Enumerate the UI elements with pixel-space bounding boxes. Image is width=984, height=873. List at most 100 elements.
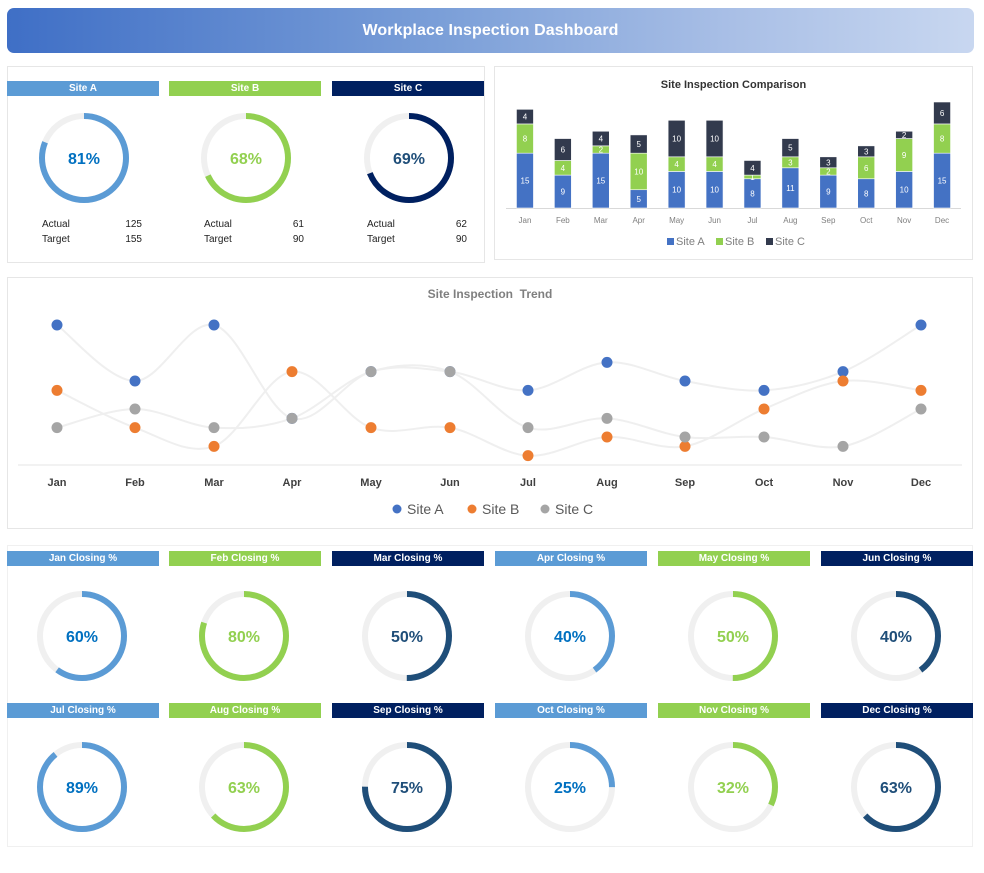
trend-point [365,366,377,378]
x-tick-label: Oct [860,216,873,225]
bar-data-label: 4 [599,135,604,144]
bar-data-label: 3 [864,147,869,156]
trend-point [758,431,770,443]
trend-point [129,422,141,434]
donut-percent-label: 40% [880,629,912,646]
bar-data-label: 5 [788,144,793,153]
closing-donut-2: 80% [199,591,289,681]
closing-header-2: Feb Closing % [169,551,321,566]
bar-data-label: 8 [864,189,869,198]
trend-point [915,384,927,396]
legend-label: Site A [407,501,444,517]
x-tick-label: Apr [632,216,645,225]
trend-point [286,366,298,378]
x-tick-label: Feb [125,477,145,489]
bar-data-label: 4 [750,164,755,173]
donut-percent-label: 50% [391,629,423,646]
trend-point [601,356,613,368]
trend-point [679,375,691,387]
closing-header-5: May Closing % [658,551,810,566]
x-tick-label: Jun [708,216,721,225]
closing-header-8: Aug Closing % [169,703,321,718]
bar-data-label: 3 [826,158,831,167]
x-tick-label: Mar [594,216,608,225]
trend-point [758,403,770,415]
closing-donut-8: 63% [199,742,289,832]
donut-percent-label: 63% [228,780,260,797]
site-actual-row: Actual 62 [367,219,467,230]
donut-percent-label: 89% [66,780,98,797]
closing-donut-12: 63% [851,742,941,832]
donut-percent-label: 60% [66,629,98,646]
closing-header-4: Apr Closing % [495,551,647,566]
donut-percent-label: 68% [230,151,262,168]
legend-swatch [667,238,674,245]
bar-data-label: 15 [596,177,605,186]
actual-value: 61 [292,219,304,230]
trend-point [679,431,691,443]
donut-percent-label: 50% [717,629,749,646]
legend-label: Site A [676,236,705,248]
site-donut-2: 68% [201,113,291,203]
closing-donut-9: 75% [362,742,452,832]
actual-value: 62 [455,219,467,230]
x-tick-label: Feb [556,216,570,225]
trend-point [129,375,141,387]
bar-data-label: 15 [938,177,947,186]
trend-point [208,440,220,452]
actual-label: Actual [204,219,232,230]
trend-point [129,403,141,415]
bar-data-label: 9 [826,188,831,197]
trend-point [522,384,534,396]
trend-line [56,364,922,449]
bar-data-label: 6 [864,164,869,173]
closing-donut-6: 40% [851,591,941,681]
bar-data-label: 10 [672,135,681,144]
closing-donut-5: 50% [688,591,778,681]
x-tick-label: Jan [519,216,532,225]
actual-value: 125 [125,219,142,230]
legend-marker [467,504,477,514]
site-donut-3: 69% [364,113,454,203]
x-tick-label: Jan [48,477,67,489]
target-value: 155 [125,234,142,245]
x-tick-label: Jun [440,477,460,489]
bar-data-label: 4 [561,164,566,173]
closing-header-9: Sep Closing % [332,703,484,718]
bar-data-label: 2 [599,146,604,155]
bar-data-label: 8 [750,189,755,198]
trend-point [208,422,220,434]
site-header-3: Site C [332,81,484,96]
trend-point [522,422,534,434]
bar-data-label: 5 [636,140,641,149]
closing-header-12: Dec Closing % [821,703,973,718]
actual-label: Actual [42,219,70,230]
site-actual-row: Actual 61 [204,219,304,230]
bar-data-label: 10 [900,186,909,195]
closing-donut-3: 50% [362,591,452,681]
bar-data-label: 2 [826,167,831,176]
legend-swatch [766,238,773,245]
site-header-2: Site B [169,81,321,96]
site-header-1: Site A [7,81,159,96]
bar-data-label: 10 [710,186,719,195]
legend-item: Site B [467,501,519,517]
bar-data-label: 9 [561,188,566,197]
trend-point [915,403,927,415]
trend-point [208,319,220,331]
closing-header-11: Nov Closing % [658,703,810,718]
trend-point [522,450,534,462]
closing-panel [7,545,973,847]
x-tick-label: Jul [747,216,757,225]
trend-line [56,323,922,421]
bar-data-label: 11 [786,184,795,193]
bar-data-label: 15 [521,177,530,186]
bar-data-label: 10 [634,167,643,176]
legend-label: Site B [725,236,754,248]
trend-point [286,412,298,424]
closing-header-1: Jan Closing % [7,551,159,566]
closing-header-10: Oct Closing % [495,703,647,718]
legend-marker [392,504,402,514]
legend-label: Site C [775,236,805,248]
trend-point [51,384,63,396]
